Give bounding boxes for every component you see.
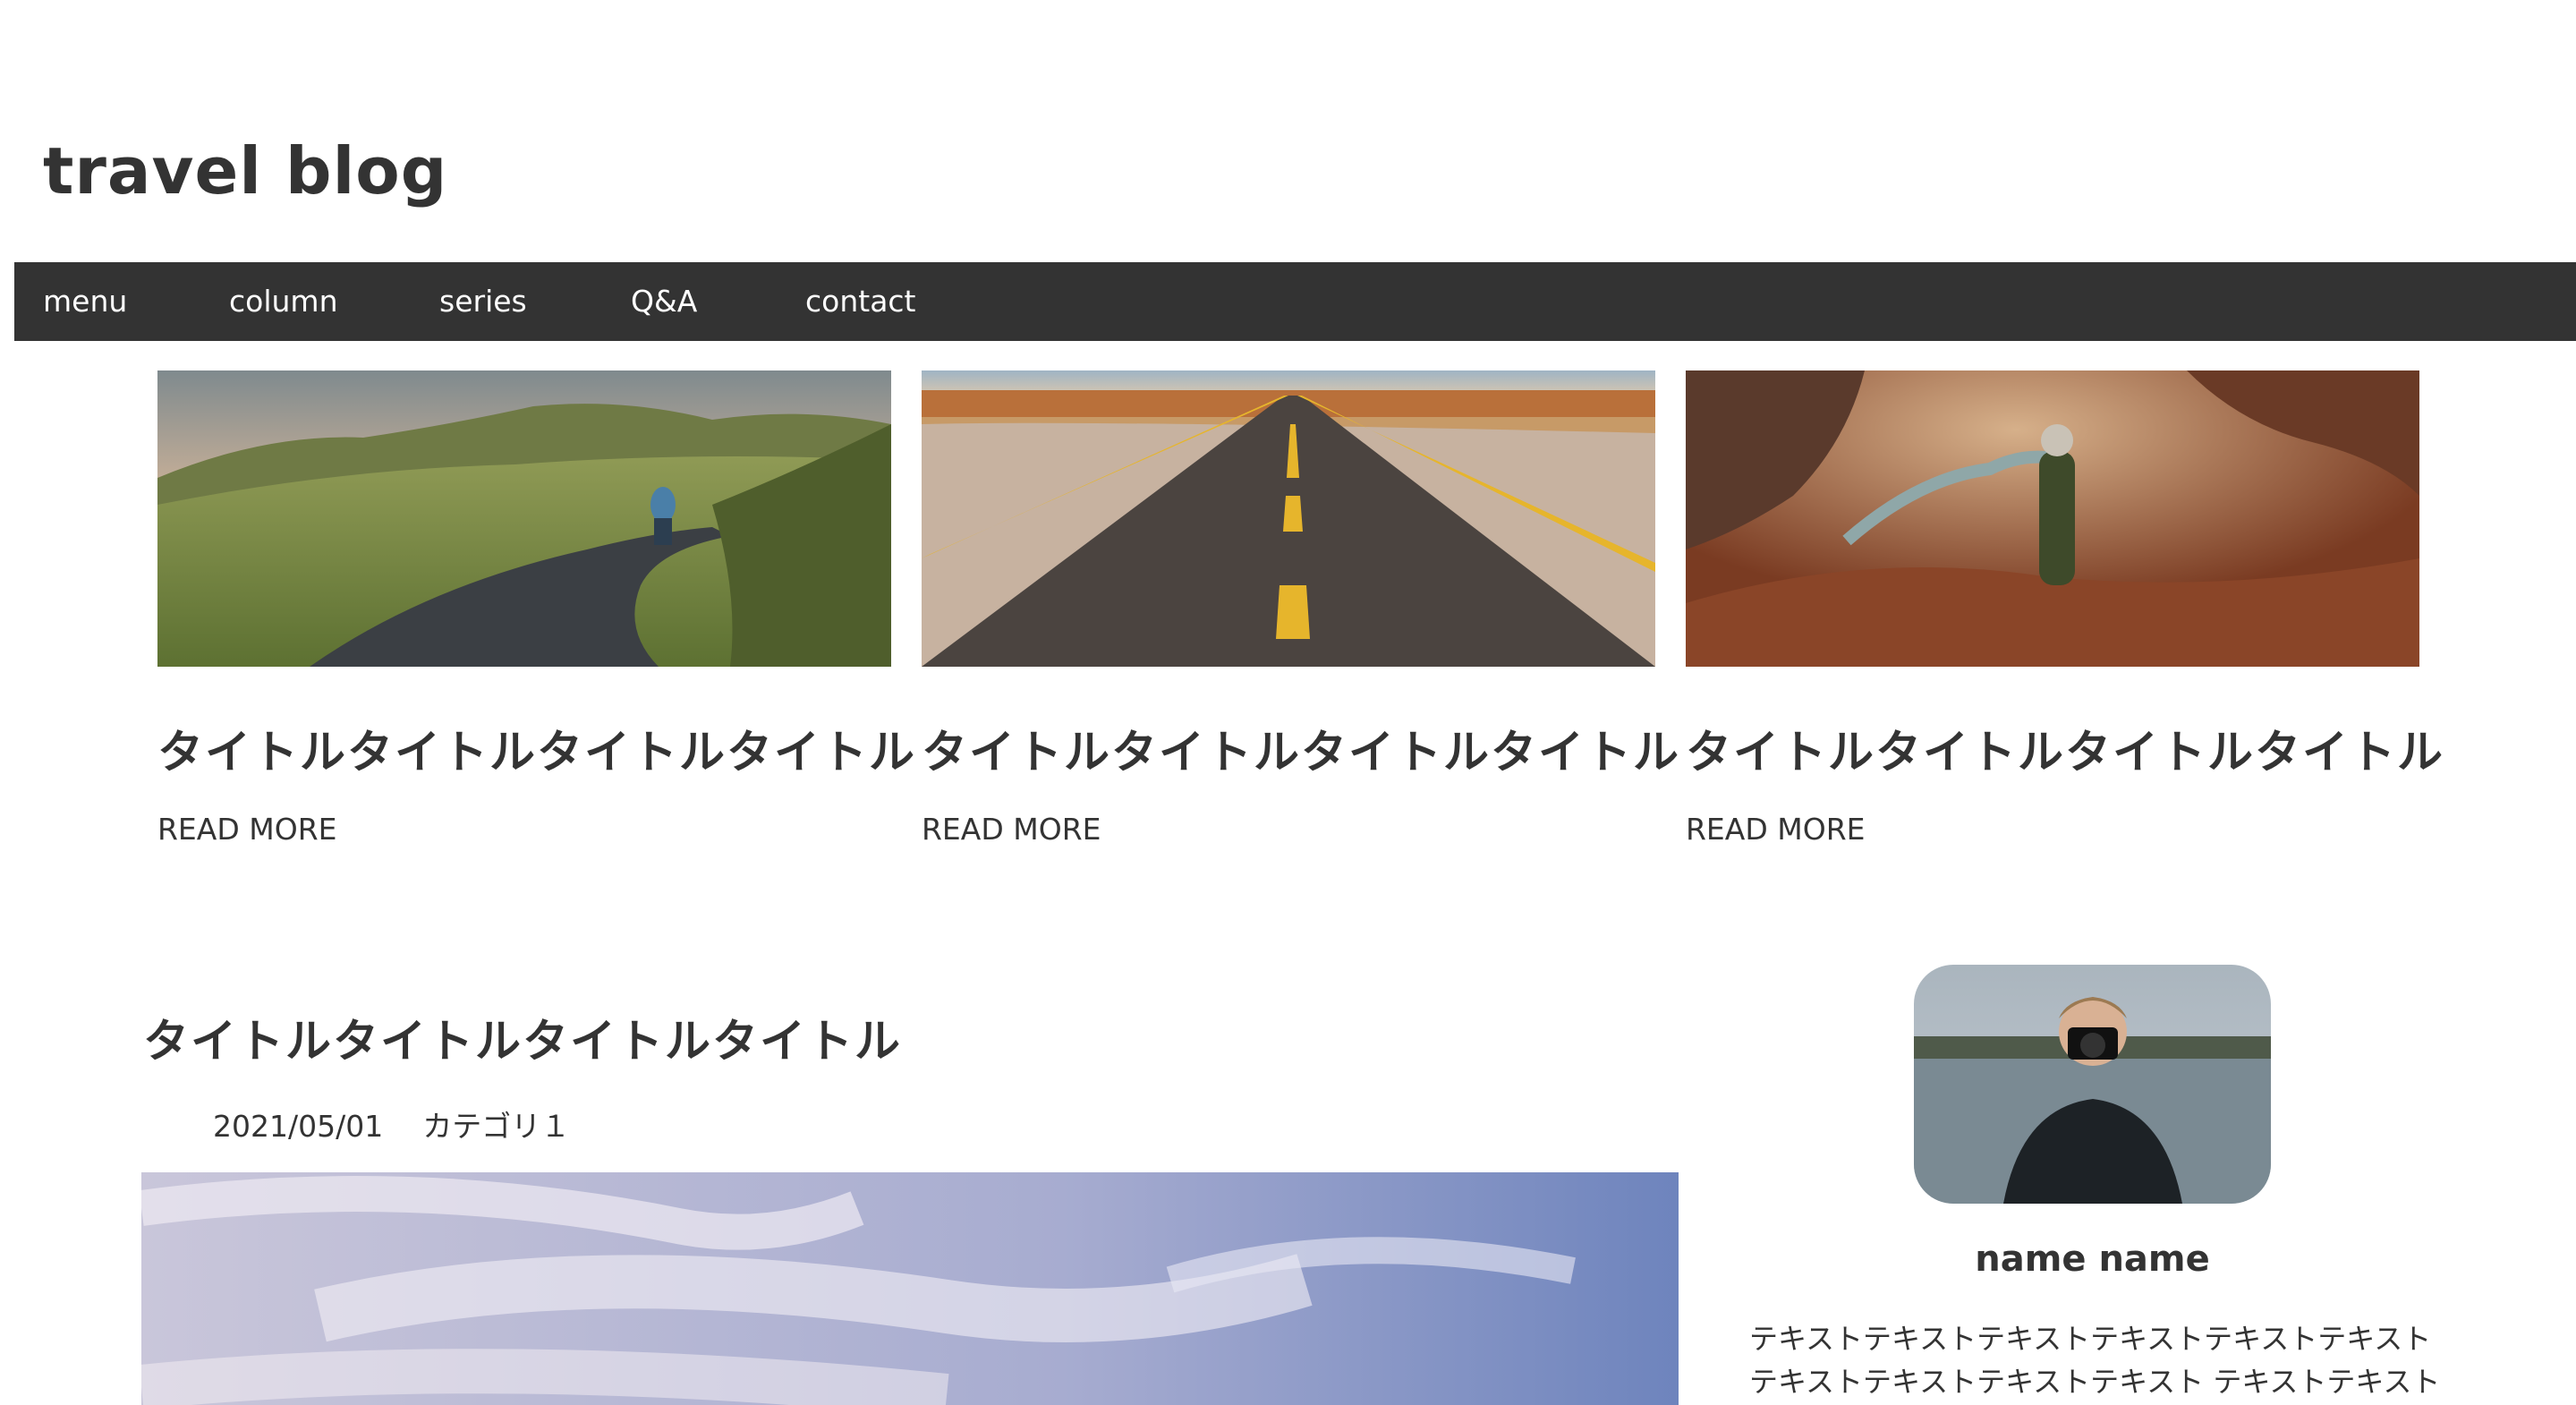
canyon-hiker-photo[interactable] bbox=[1686, 370, 2419, 667]
nav-item-series[interactable]: series bbox=[439, 262, 527, 341]
card-title[interactable]: タイトルタイトルタイトルタイトル bbox=[157, 715, 916, 781]
article-card: タイトルタイトルタイトルタイトル READ MORE bbox=[922, 370, 1679, 847]
post-category[interactable]: カテゴリ１ bbox=[422, 1109, 570, 1144]
read-more-link[interactable]: READ MORE bbox=[922, 812, 1101, 847]
nav-item-qa[interactable]: Q&A bbox=[631, 262, 697, 341]
card-title[interactable]: タイトルタイトルタイトルタイトル bbox=[922, 715, 1680, 781]
profile-text-line: テキストテキストテキストテキスト テキストテキスト bbox=[1749, 1365, 2441, 1399]
sky-clouds-photo[interactable] bbox=[141, 1172, 1679, 1405]
article-card: タイトルタイトルタイトルタイトル READ MORE bbox=[157, 370, 914, 847]
cyclist-on-hill-road-photo[interactable] bbox=[157, 370, 891, 667]
photographer-avatar-photo[interactable] bbox=[1914, 965, 2271, 1204]
main-nav: menu column series Q&A contact bbox=[14, 262, 2576, 341]
post-meta: 2021/05/01 カテゴリ１ bbox=[213, 1103, 570, 1145]
desert-highway-photo[interactable] bbox=[922, 370, 1655, 667]
read-more-link[interactable]: READ MORE bbox=[1686, 812, 1865, 847]
nav-item-contact[interactable]: contact bbox=[805, 262, 916, 341]
post-title[interactable]: タイトルタイトルタイトルタイトル bbox=[143, 1004, 902, 1070]
profile-text: テキストテキストテキストテキストテキストテキスト テキストテキストテキストテキス… bbox=[1749, 1317, 2447, 1403]
post-date: 2021/05/01 bbox=[213, 1109, 384, 1144]
profile-text-line: テキストテキストテキストテキストテキストテキスト bbox=[1749, 1322, 2432, 1356]
card-title[interactable]: タイトルタイトルタイトルタイトル bbox=[1686, 715, 2444, 781]
profile-name: name name bbox=[1975, 1239, 2210, 1280]
nav-item-menu[interactable]: menu bbox=[43, 262, 127, 341]
site-title[interactable]: travel blog bbox=[43, 139, 447, 203]
read-more-link[interactable]: READ MORE bbox=[157, 812, 336, 847]
nav-item-column[interactable]: column bbox=[229, 262, 337, 341]
article-card: タイトルタイトルタイトルタイトル READ MORE bbox=[1686, 370, 2443, 847]
